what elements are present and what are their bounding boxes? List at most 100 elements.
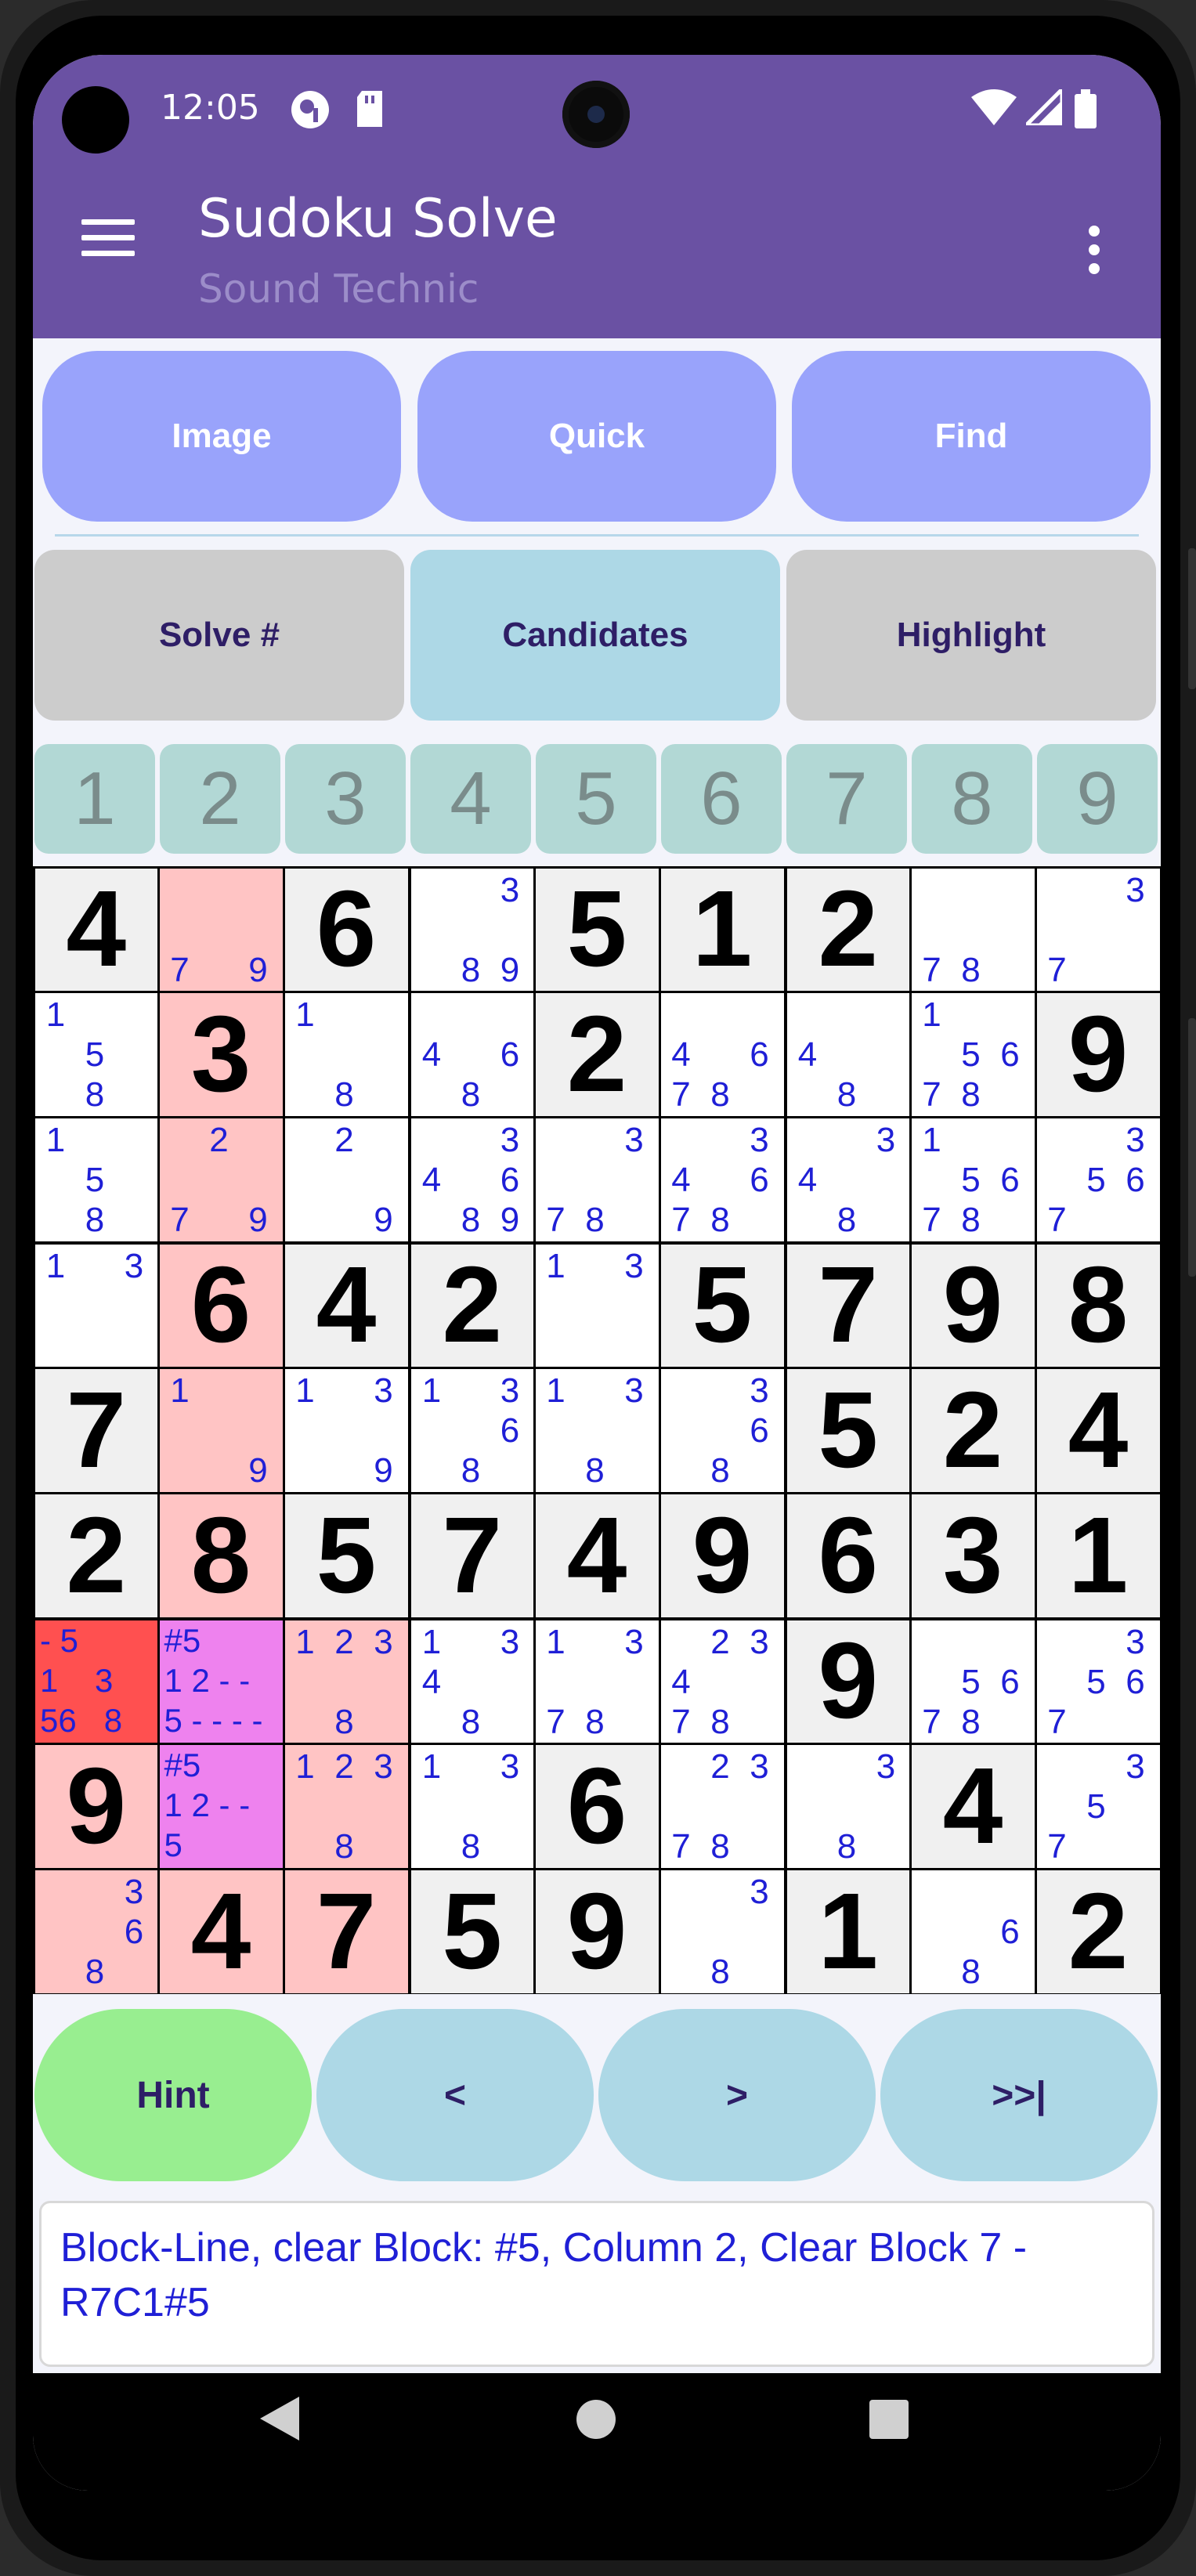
cell-r1c9[interactable]: 37	[1036, 869, 1160, 991]
cell-r4c5[interactable]: 13	[535, 1245, 659, 1367]
cell-r2c9[interactable]: 9	[1036, 992, 1160, 1116]
cell-r5c3[interactable]: 1 3 9	[284, 1368, 408, 1492]
solve-number-button[interactable]: Solve #	[34, 550, 404, 721]
cell-r6c6[interactable]: 9	[660, 1494, 784, 1617]
cell-r7c7[interactable]: 9	[787, 1620, 909, 1743]
cell-r6c2[interactable]: 8	[159, 1494, 283, 1617]
digit-button-3[interactable]: 3	[285, 744, 406, 854]
cell-r3c4[interactable]: 3 4 689	[411, 1118, 533, 1241]
digit-button-2[interactable]: 2	[160, 744, 280, 854]
cell-r9c6[interactable]: 38	[660, 1870, 784, 1993]
cell-r8c3[interactable]: 123 8	[284, 1744, 408, 1868]
cell-r9c3[interactable]: 7	[284, 1870, 408, 1993]
cell-r6c5[interactable]: 4	[535, 1494, 659, 1617]
find-button[interactable]: Find	[792, 351, 1151, 522]
cell-r3c9[interactable]: 356 7	[1036, 1118, 1160, 1241]
cell-r3c1[interactable]: 158	[35, 1118, 157, 1241]
cell-r2c4[interactable]: 4 68	[411, 992, 533, 1116]
cell-r4c4[interactable]: 2	[411, 1245, 533, 1367]
digit-button-7[interactable]: 7	[786, 744, 907, 854]
cell-r2c1[interactable]: 158	[35, 992, 157, 1116]
last-step-button[interactable]: >>|	[880, 2009, 1158, 2181]
cell-r1c3[interactable]: 6	[284, 869, 408, 991]
cell-r4c7[interactable]: 7	[787, 1245, 909, 1367]
cell-r9c1[interactable]: 368	[35, 1870, 157, 1993]
cell-r5c9[interactable]: 4	[1036, 1368, 1160, 1492]
cell-r1c2[interactable]: 79	[159, 869, 283, 991]
cell-r7c6[interactable]: 23 478	[660, 1620, 784, 1743]
cell-r9c7[interactable]: 1	[787, 1870, 909, 1993]
cell-r8c7[interactable]: 38	[787, 1744, 909, 1868]
cell-r5c4[interactable]: 1 368	[411, 1368, 533, 1492]
cell-r3c5[interactable]: 3 78	[535, 1118, 659, 1241]
cell-r4c8[interactable]: 9	[911, 1245, 1035, 1367]
cell-r7c4[interactable]: 1 3 48	[411, 1620, 533, 1743]
cell-r3c3[interactable]: 29	[284, 1118, 408, 1241]
cell-r9c8[interactable]: 68	[911, 1870, 1035, 1993]
highlight-button[interactable]: Highlight	[786, 550, 1156, 721]
cell-r7c8[interactable]: 56 78	[911, 1620, 1035, 1743]
cell-r7c5[interactable]: 1 3 78	[535, 1620, 659, 1743]
digit-button-8[interactable]: 8	[912, 744, 1032, 854]
digit-button-5[interactable]: 5	[536, 744, 656, 854]
cell-r1c1[interactable]: 4	[35, 869, 157, 991]
home-nav-icon[interactable]	[576, 2400, 616, 2439]
cell-r6c3[interactable]: 5	[284, 1494, 408, 1617]
previous-step-button[interactable]: <	[316, 2009, 594, 2181]
cell-r6c4[interactable]: 7	[411, 1494, 533, 1617]
cell-r7c3[interactable]: 123 8	[284, 1620, 408, 1743]
cell-r7c9[interactable]: 356 7	[1036, 1620, 1160, 1743]
cell-r8c6[interactable]: 23 78	[660, 1744, 784, 1868]
cell-r1c6[interactable]: 1	[660, 869, 784, 991]
digit-button-1[interactable]: 1	[34, 744, 155, 854]
cell-r2c2[interactable]: 3	[159, 992, 283, 1116]
cell-r9c4[interactable]: 5	[411, 1870, 533, 1993]
candidates-button[interactable]: Candidates	[410, 550, 780, 721]
back-nav-icon[interactable]	[260, 2397, 299, 2441]
cell-r8c8[interactable]: 4	[911, 1744, 1035, 1868]
cell-r5c2[interactable]: 19	[159, 1368, 283, 1492]
cell-r8c1[interactable]: 9	[35, 1744, 157, 1868]
digit-button-6[interactable]: 6	[661, 744, 782, 854]
cell-r9c5[interactable]: 9	[535, 1870, 659, 1993]
cell-r8c9[interactable]: 357	[1036, 1744, 1160, 1868]
cell-r6c8[interactable]: 3	[911, 1494, 1035, 1617]
next-step-button[interactable]: >	[598, 2009, 876, 2181]
cell-r5c5[interactable]: 1 3 8	[535, 1368, 659, 1492]
cell-r3c6[interactable]: 3 4 6 78	[660, 1118, 784, 1241]
cell-r8c2[interactable]: #5 1 2 - -5	[159, 1744, 283, 1868]
cell-r4c1[interactable]: 13	[35, 1245, 157, 1367]
cell-r2c8[interactable]: 156 78	[911, 992, 1035, 1116]
cell-r5c1[interactable]: 7	[35, 1368, 157, 1492]
cell-r9c9[interactable]: 2	[1036, 1870, 1160, 1993]
hamburger-menu-icon[interactable]	[81, 219, 135, 257]
cell-r5c8[interactable]: 2	[911, 1368, 1035, 1492]
cell-r3c7[interactable]: 3 48	[787, 1118, 909, 1241]
overflow-menu-icon[interactable]	[1089, 226, 1100, 282]
cell-r1c4[interactable]: 3 89	[411, 869, 533, 991]
cell-r6c1[interactable]: 2	[35, 1494, 157, 1617]
quick-button[interactable]: Quick	[417, 351, 776, 522]
cell-r6c9[interactable]: 1	[1036, 1494, 1160, 1617]
recents-nav-icon[interactable]	[869, 2400, 909, 2439]
cell-r3c2[interactable]: 2 7 9	[159, 1118, 283, 1241]
cell-r4c6[interactable]: 5	[660, 1245, 784, 1367]
image-button[interactable]: Image	[42, 351, 401, 522]
cell-r2c6[interactable]: 4 6 78	[660, 992, 784, 1116]
cell-r2c3[interactable]: 18	[284, 992, 408, 1116]
digit-button-9[interactable]: 9	[1037, 744, 1158, 854]
cell-r6c7[interactable]: 6	[787, 1494, 909, 1617]
cell-r4c3[interactable]: 4	[284, 1245, 408, 1367]
cell-r7c1[interactable]: - 51 3 56 8	[35, 1620, 157, 1743]
cell-r4c2[interactable]: 6	[159, 1245, 283, 1367]
digit-button-4[interactable]: 4	[410, 744, 531, 854]
hint-button[interactable]: Hint	[34, 2009, 312, 2181]
cell-r3c8[interactable]: 156 78	[911, 1118, 1035, 1241]
cell-r9c2[interactable]: 4	[159, 1870, 283, 1993]
cell-r1c7[interactable]: 2	[787, 869, 909, 991]
cell-r7c2[interactable]: #5 1 2 - -5 - - - -	[159, 1620, 283, 1743]
cell-r8c4[interactable]: 1 3 8	[411, 1744, 533, 1868]
cell-r8c5[interactable]: 6	[535, 1744, 659, 1868]
cell-r2c7[interactable]: 48	[787, 992, 909, 1116]
cell-r1c5[interactable]: 5	[535, 869, 659, 991]
